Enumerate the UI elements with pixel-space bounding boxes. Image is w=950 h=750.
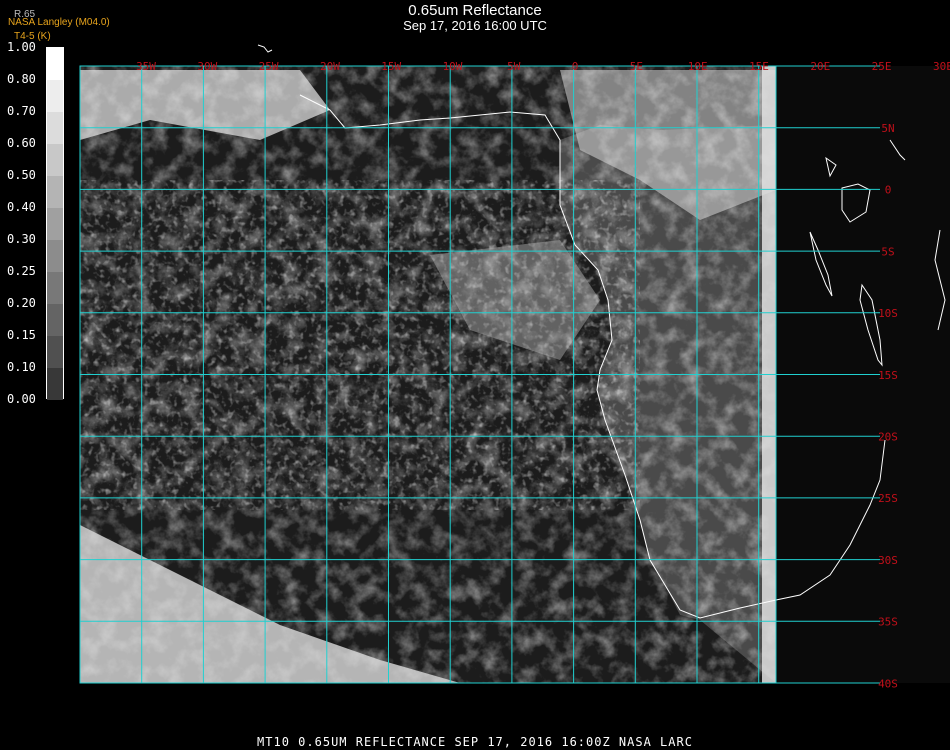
- latitude-label: 20S: [878, 431, 898, 444]
- logo-mark: [257, 44, 273, 53]
- longitude-label: 10W: [443, 60, 463, 73]
- latitude-label: 5S: [881, 245, 894, 258]
- latitude-label: 35S: [878, 616, 898, 629]
- footer-caption: MT10 0.65UM REFLECTANCE SEP 17, 2016 16:…: [257, 735, 693, 749]
- latitude-label: 0: [885, 184, 892, 197]
- longitude-label: 15W: [381, 60, 401, 73]
- longitude-label: 25W: [259, 60, 279, 73]
- longitude-label: 30W: [197, 60, 217, 73]
- longitude-label: 5E: [630, 60, 643, 73]
- longitude-label: 10E: [688, 60, 708, 73]
- satellite-map: 35W 30W 25W 20W 15W 10W 5W 0 5E 10E 15E 20E 25E 30E 35…: [79, 44, 950, 690]
- longitude-label: 20W: [320, 60, 340, 73]
- latitude-label: 25S: [878, 492, 898, 505]
- longitude-label: 0: [572, 60, 579, 73]
- longitude-label: 20E: [810, 60, 830, 73]
- latitude-label: 40S: [878, 677, 898, 690]
- latitude-label: 10S: [878, 307, 898, 320]
- longitude-label: 25E: [872, 60, 892, 73]
- latitude-label: 15S: [878, 369, 898, 382]
- longitude-label: 5W: [507, 60, 521, 73]
- longitude-label: 30E: [933, 60, 950, 73]
- longitude-label: 15E: [749, 60, 769, 73]
- latitude-label: 5N: [881, 122, 894, 135]
- longitude-label: 35W: [136, 60, 156, 73]
- latitude-label: 30S: [878, 554, 898, 567]
